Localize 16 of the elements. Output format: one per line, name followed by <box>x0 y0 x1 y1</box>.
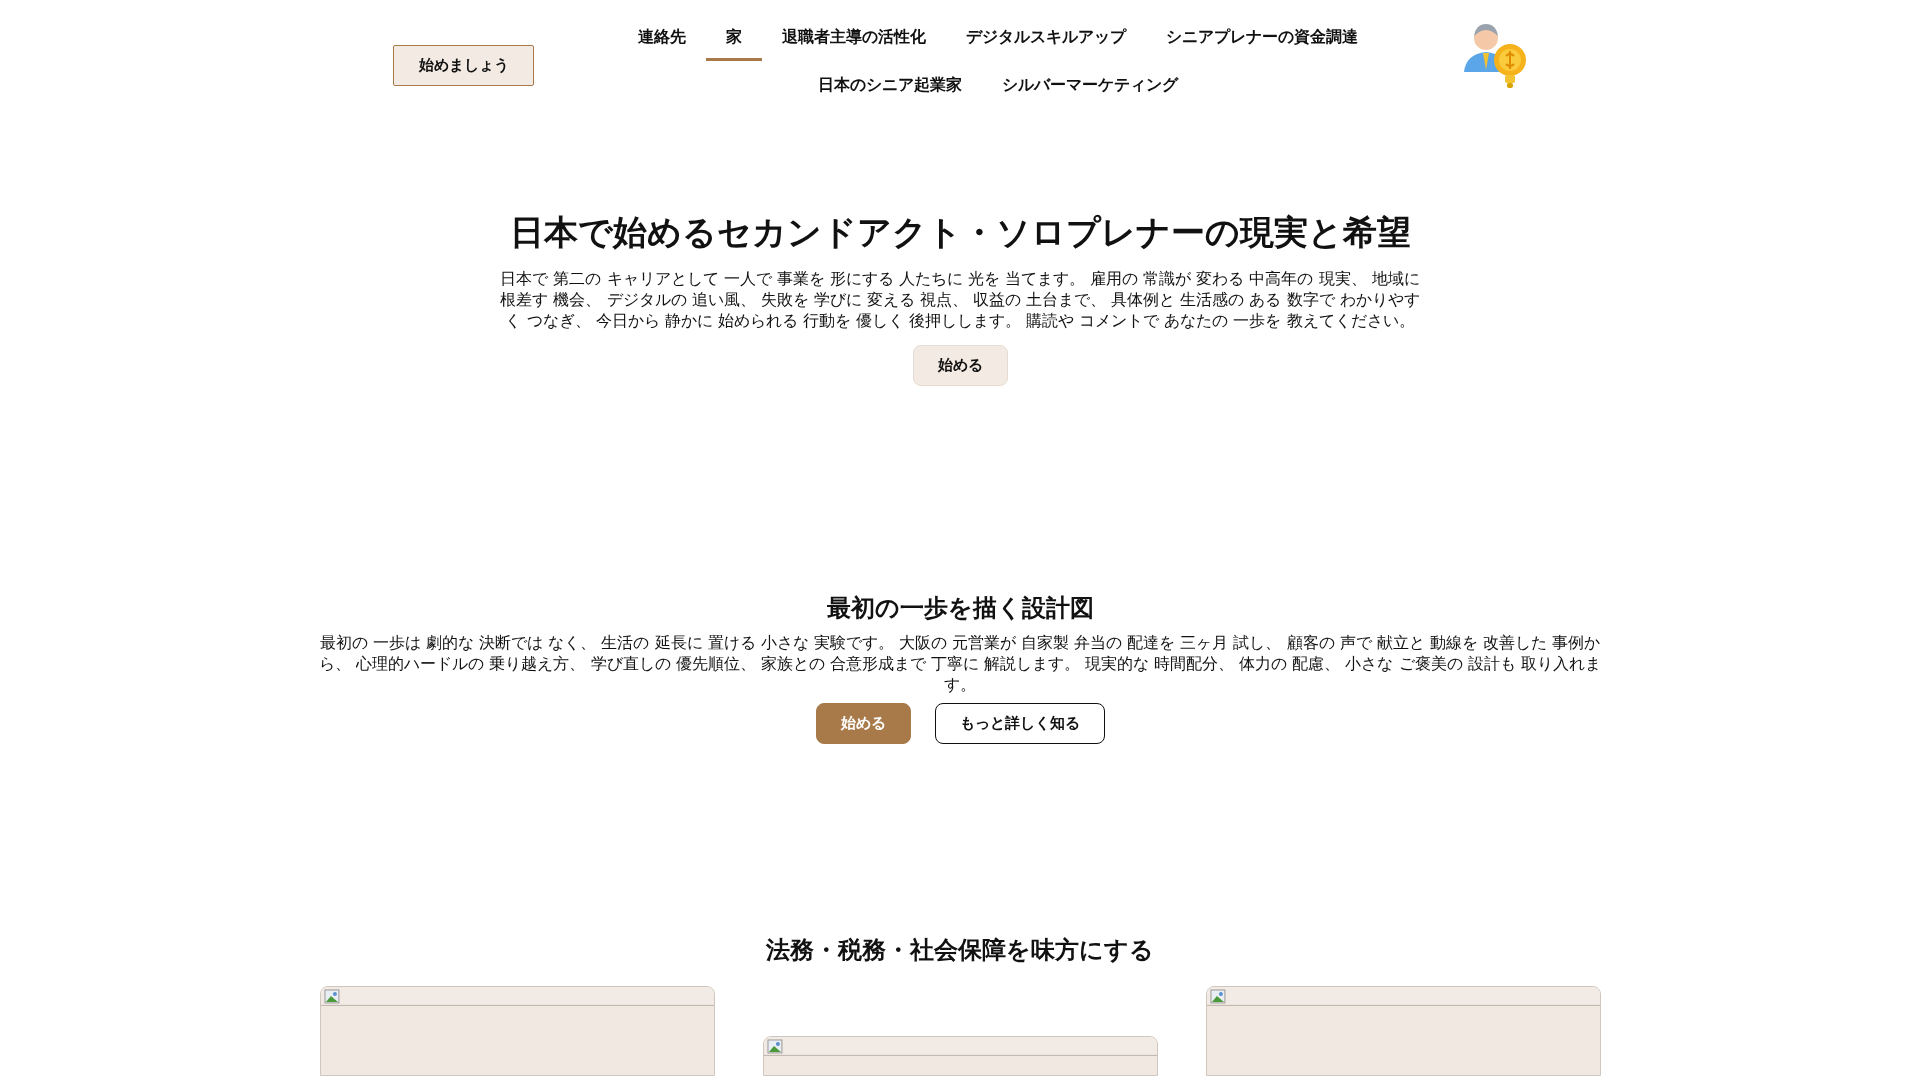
start-button[interactable]: 始めましょう <box>393 44 534 86</box>
section-title: 最初の一歩を描く設計図 <box>826 593 1094 624</box>
nav-link[interactable]: デジタルスキルアップ <box>946 13 1146 61</box>
start-button[interactable]: 始める <box>912 345 1008 386</box>
nav-link[interactable]: 家 <box>706 13 762 61</box>
nav-link[interactable]: 日本のシニア起業家 <box>798 61 982 109</box>
hero-title: 日本で始めるセカンドアクト・ソロプレナーの現実と希望 <box>509 211 1411 254</box>
nav-link[interactable]: シニアプレナーの資金調達 <box>1146 13 1378 61</box>
section-title: 法務・税務・社会保障を味方にする <box>766 935 1154 966</box>
start-button[interactable]: 始める <box>815 703 911 744</box>
nav-link[interactable]: 連絡先 <box>618 13 706 61</box>
learn-more-button[interactable]: もっと詳しく知る <box>934 703 1105 744</box>
section-text: 最初の 一歩は 劇的な 決断では なく、 生活の 延長に 置ける 小さな 実験です。 大阪の 元営業が 自家製 弁当の 配達を 三ヶ月 試し、 顧客の 声で 献立と 動線を 改善した 事例から、 心理的ハードルの 乗り越え方、 学び直しの 優先順位、 家族との 合意形成まで 丁寧に 解説します。 現実的な 時間配分、 体力の 配慮、 小さな ご褒美の 設計も 取り入れます。 <box>318 632 1602 695</box>
nav-link[interactable]: シルバーマーケティング <box>982 61 1198 109</box>
hero-text: 日本で 第二の キャリアとして 一人で 事業を 形にする 人たちに 光を 当てます。 雇用の 常識が 変わる 中高年の 現実、 地域に根差す 機会、 デジタルの 追い風、 失敗を 学びに 変える 視点、 収益の 土台まで、 具体例と 生活感の ある 数字で わかりやすく つなぎ、 今日から 静かに 始められる 行動を 優しく 後押しします。 購読や コメントで あなたの 一歩を 教えてください。 <box>499 268 1421 331</box>
nav-link[interactable]: 退職者主導の活性化 <box>762 13 946 61</box>
